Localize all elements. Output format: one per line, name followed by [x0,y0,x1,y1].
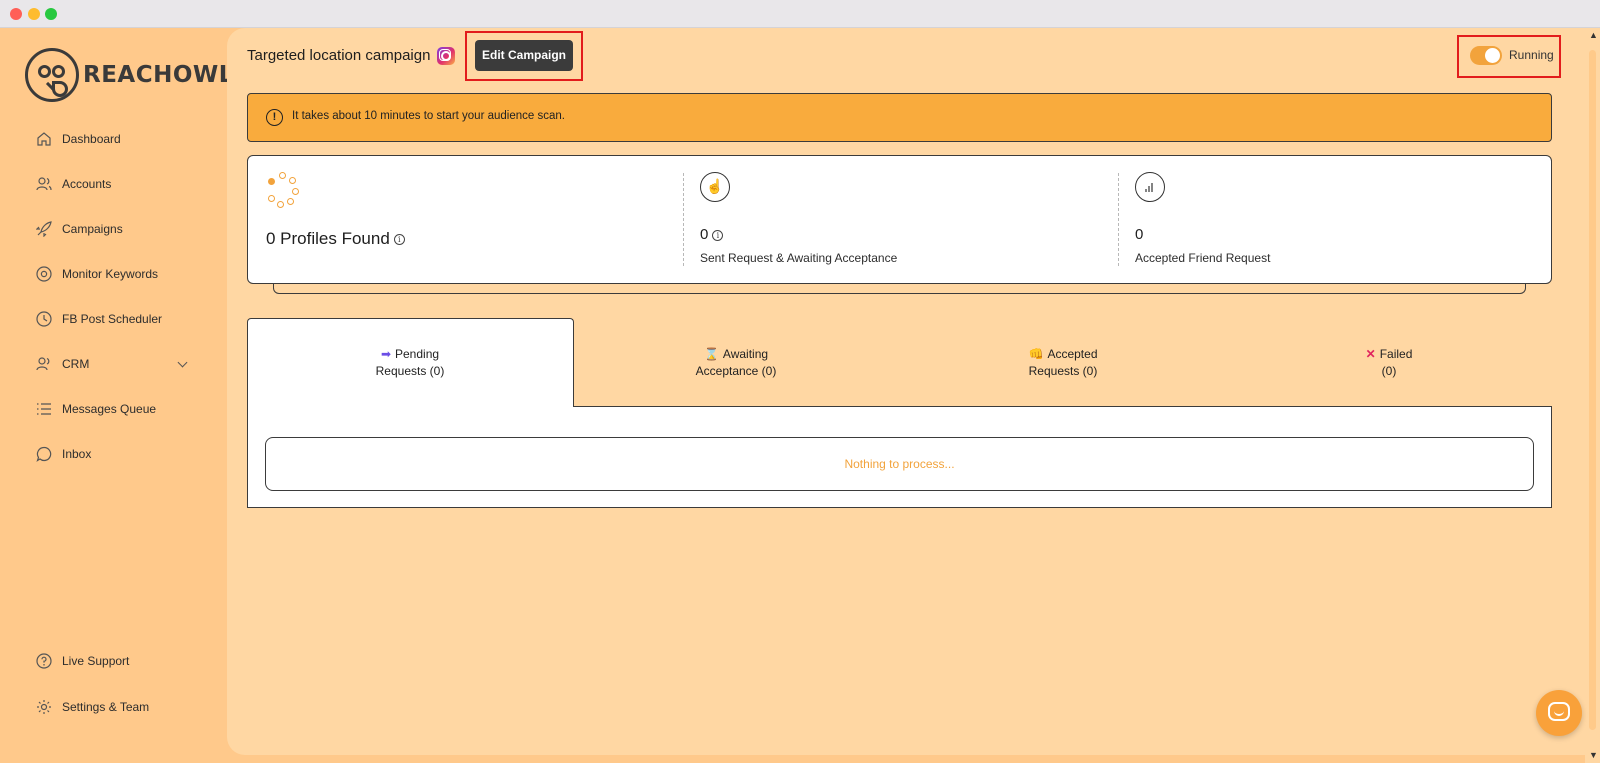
gear-icon [36,699,52,715]
sidebar-item-messages-queue[interactable]: Messages Queue [36,398,206,420]
accepted-count: 0 [1135,226,1143,243]
sent-label: Sent Request & Awaiting Acceptance [700,251,897,265]
chevron-down-icon[interactable] [178,358,188,368]
close-window-button[interactable] [10,8,22,20]
sidebar-item-dashboard[interactable]: Dashboard [36,128,206,150]
sidebar-item-label: Live Support [62,654,129,668]
page-title: Targeted location campaign [247,47,430,64]
tab-pending-requests[interactable]: ➡PendingRequests (0) [310,346,510,380]
sidebar-item-crm[interactable]: CRM [36,353,206,375]
status-label: Running [1509,48,1554,62]
users-icon [36,356,52,372]
users-icon [36,176,52,192]
scrollbar[interactable] [1585,28,1600,763]
sidebar-item-label: Monitor Keywords [62,267,158,281]
sidebar-item-label: Campaigns [62,222,123,236]
sidebar-item-label: Settings & Team [62,700,149,714]
window-titlebar [0,0,1600,28]
scroll-up-icon[interactable]: ▲ [1589,30,1598,40]
info-alert: ! It takes about 10 minutes to start you… [247,93,1552,142]
sidebar-item-label: Messages Queue [62,402,156,416]
divider [1118,173,1119,266]
sidebar-item-live-support[interactable]: Live Support [36,650,206,672]
live-chat-button[interactable] [1536,690,1582,736]
clock-icon [36,311,52,327]
minimize-window-button[interactable] [28,8,40,20]
chat-bubble-icon [1548,702,1570,721]
edit-campaign-button[interactable]: Edit Campaign [475,40,573,71]
alert-text: It takes about 10 minutes to start your … [292,110,565,122]
hand-pointer-icon: ☝ [700,172,730,202]
info-icon[interactable]: i [712,230,723,241]
sidebar-item-monitor-keywords[interactable]: Monitor Keywords [36,263,206,285]
help-icon [36,653,52,669]
cross-icon: ✕ [1366,347,1376,361]
chat-icon [36,446,52,462]
divider [683,173,684,266]
logo[interactable]: REACHOWL [25,48,234,102]
accepted-label: Accepted Friend Request [1135,251,1270,265]
profiles-found-text: 0 Profiles Found [266,229,390,248]
hourglass-icon: ⌛ [704,347,719,361]
home-icon [36,131,52,147]
sidebar-item-accounts[interactable]: Accounts [36,173,206,195]
info-icon[interactable]: i [394,234,405,245]
list-icon [36,401,52,417]
instagram-icon [437,47,455,65]
loading-spinner-icon [266,172,302,208]
empty-state: Nothing to process... [265,437,1534,491]
sidebar-item-inbox[interactable]: Inbox [36,443,206,465]
sidebar-item-settings-team[interactable]: Settings & Team [36,696,206,718]
scroll-down-icon[interactable]: ▼ [1589,750,1598,760]
rocket-icon [36,221,52,237]
requests-tabs: ➡PendingRequests (0) ⌛AwaitingAcceptance… [247,318,1552,508]
sidebar-item-label: Dashboard [62,132,121,146]
running-toggle[interactable] [1470,46,1502,65]
sidebar-item-campaigns[interactable]: Campaigns [36,218,206,240]
sent-count: 0i [700,226,723,243]
sidebar-item-fb-post-scheduler[interactable]: FB Post Scheduler [36,308,206,330]
brand-name: REACHOWL [83,62,234,88]
tab-accepted-requests[interactable]: 👊AcceptedRequests (0) [963,346,1163,380]
arrow-icon: ➡ [381,347,391,361]
sidebar-item-label: FB Post Scheduler [62,312,162,326]
sidebar-item-label: Accounts [62,177,111,191]
sidebar-item-label: CRM [62,357,89,371]
owl-logo-icon [25,48,79,102]
profiles-found: 0 Profiles Found i [266,229,405,249]
tab-awaiting-acceptance[interactable]: ⌛AwaitingAcceptance (0) [636,346,836,380]
bar-chart-icon [1135,172,1165,202]
alert-icon: ! [266,109,283,126]
maximize-window-button[interactable] [45,8,57,20]
fist-bump-icon: 👊 [1029,347,1044,361]
tab-failed[interactable]: ✕Failed(0) [1289,346,1489,380]
sidebar-item-label: Inbox [62,447,91,461]
stats-card: 0 Profiles Foundi ☝ 0i Sent Request & Aw… [247,155,1552,284]
at-sign-icon [36,266,52,282]
